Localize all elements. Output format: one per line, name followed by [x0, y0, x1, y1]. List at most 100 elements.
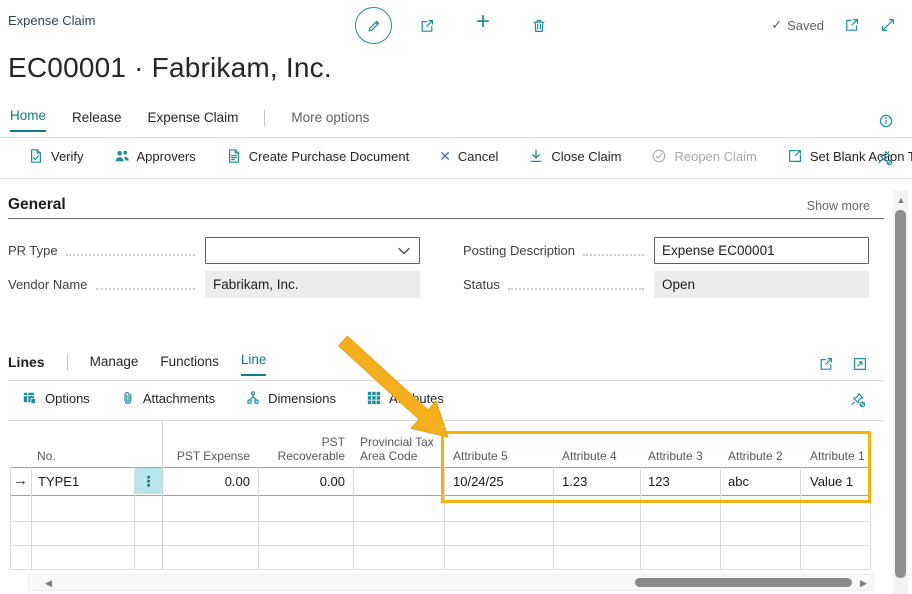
vertical-scrollbar[interactable]: ▲ [893, 190, 908, 594]
table-empty-row[interactable] [10, 495, 870, 521]
divider [8, 380, 884, 381]
grid-line [870, 467, 871, 569]
horizontal-scrollbar[interactable]: ◀ ▶ [28, 574, 874, 591]
show-more-link[interactable]: Show more [807, 199, 870, 213]
cell-attribute-1[interactable]: Value 1 [810, 474, 853, 489]
horizontal-scrollbar-thumb[interactable] [635, 578, 852, 587]
scroll-up-icon[interactable]: ▲ [897, 195, 906, 205]
expense-claim-page: Expense Claim + ✓ Saved EC00001 · Fabrik… [0, 0, 912, 594]
set-blank-action-to-button[interactable]: Set Blank Action To [787, 148, 912, 164]
cell-no[interactable]: TYPE1 [38, 474, 79, 489]
pr-type-label: PR Type [8, 243, 58, 258]
reopen-claim-button[interactable]: Reopen Claim [651, 148, 756, 164]
pr-type-select[interactable] [205, 237, 420, 264]
cancel-x-icon: ✕ [439, 148, 451, 164]
open-in-window-icon[interactable] [844, 17, 860, 33]
add-icon[interactable]: + [476, 14, 490, 30]
posting-description-input[interactable] [654, 237, 869, 264]
check-icon: ✓ [771, 17, 782, 33]
cell-pst-expense[interactable]: 0.00 [162, 474, 250, 489]
column-header-attribute-3[interactable]: Attribute 3 [648, 449, 703, 463]
unpin-icon[interactable] [877, 150, 893, 166]
delete-icon[interactable] [531, 18, 547, 34]
cell-attribute-2[interactable]: abc [728, 474, 749, 489]
approvers-button[interactable]: Approvers [114, 148, 196, 164]
cell-attribute-3[interactable]: 123 [648, 474, 670, 489]
active-row-pointer-icon: → [13, 472, 28, 489]
verify-button[interactable]: Verify [28, 148, 84, 164]
column-header-attribute-1[interactable]: Attribute 1 [810, 449, 865, 463]
attributes-grid-icon [366, 390, 382, 406]
column-header-attribute-2[interactable]: Attribute 2 [728, 449, 783, 463]
attributes-button[interactable]: Attributes [366, 390, 444, 406]
lines-tab-manage[interactable]: Manage [90, 354, 139, 376]
general-heading: General [8, 196, 66, 214]
attachments-button[interactable]: Attachments [120, 390, 215, 406]
cell-attribute-4[interactable]: 1.23 [562, 474, 587, 489]
expand-icon[interactable] [880, 17, 896, 33]
cancel-button[interactable]: ✕ Cancel [439, 148, 498, 164]
create-purchase-document-button[interactable]: Create Purchase Document [226, 148, 409, 164]
tab-more-options[interactable]: More options [291, 110, 369, 132]
close-claim-icon [528, 148, 544, 164]
focus-mode-icon[interactable] [852, 356, 868, 372]
column-header-provincial-tax-area-code[interactable]: Provincial Tax Area Code [360, 435, 442, 463]
chevron-down-icon [398, 247, 410, 255]
scroll-right-icon[interactable]: ▶ [860, 578, 867, 588]
tab-home[interactable]: Home [10, 108, 46, 132]
divider [0, 137, 912, 138]
tab-release[interactable]: Release [72, 110, 122, 132]
close-claim-button[interactable]: Close Claim [528, 148, 621, 164]
cell-attribute-5[interactable]: 10/24/25 [453, 474, 504, 489]
tab-divider [264, 110, 265, 127]
approvers-icon [114, 148, 130, 164]
vendor-name-label: Vendor Name [8, 277, 88, 292]
pencil-icon [366, 18, 382, 34]
share-icon[interactable] [818, 356, 834, 372]
page-title: EC00001 · Fabrikam, Inc. [8, 52, 332, 84]
table-empty-row[interactable] [10, 545, 870, 569]
paperclip-icon [120, 390, 136, 406]
options-button[interactable]: Options [22, 390, 90, 406]
vertical-scrollbar-thumb[interactable] [895, 210, 906, 578]
column-header-attribute-5[interactable]: Attribute 5 [453, 449, 508, 463]
posting-description-label: Posting Description [463, 243, 575, 258]
column-header-pst-recoverable[interactable]: PST Recoverable [260, 435, 345, 463]
lines-tab-functions[interactable]: Functions [160, 354, 219, 376]
column-header-no[interactable]: No. [37, 449, 56, 463]
page-caption: Expense Claim [8, 13, 95, 28]
dotted-leader [508, 279, 644, 290]
dotted-leader [66, 245, 195, 256]
row-overflow-menu-button[interactable]: ⋮ [135, 468, 162, 494]
reopen-claim-icon [651, 148, 667, 164]
scroll-left-icon[interactable]: ◀ [45, 578, 52, 588]
divider [0, 178, 912, 179]
lines-heading: Lines [8, 354, 45, 376]
cell-pst-recoverable[interactable]: 0.00 [258, 474, 345, 489]
vendor-name-value: Fabrikam, Inc. [205, 271, 420, 298]
table-empty-row[interactable] [10, 521, 870, 545]
set-blank-action-icon [787, 148, 803, 164]
dotted-leader [583, 245, 644, 256]
dimensions-icon [245, 390, 261, 406]
share-icon[interactable] [419, 18, 435, 34]
lines-tab-line[interactable]: Line [241, 352, 267, 376]
verify-icon [28, 148, 44, 164]
tab-expense-claim[interactable]: Expense Claim [148, 110, 239, 132]
status-value: Open [654, 271, 869, 298]
column-header-pst-expense[interactable]: PST Expense [162, 449, 250, 463]
dotted-leader [96, 279, 196, 290]
divider [8, 420, 884, 421]
unpin-icon[interactable] [850, 392, 866, 408]
saved-status: ✓ Saved [771, 17, 824, 33]
status-label: Status [463, 277, 500, 292]
grid-line [10, 569, 870, 570]
column-header-attribute-4[interactable]: Attribute 4 [562, 449, 617, 463]
options-icon [22, 390, 38, 406]
dimensions-button[interactable]: Dimensions [245, 390, 336, 406]
general-underline [8, 218, 884, 219]
lines-divider [67, 354, 68, 371]
edit-button[interactable] [355, 7, 392, 44]
document-icon [226, 148, 242, 164]
info-icon[interactable] [878, 113, 894, 129]
